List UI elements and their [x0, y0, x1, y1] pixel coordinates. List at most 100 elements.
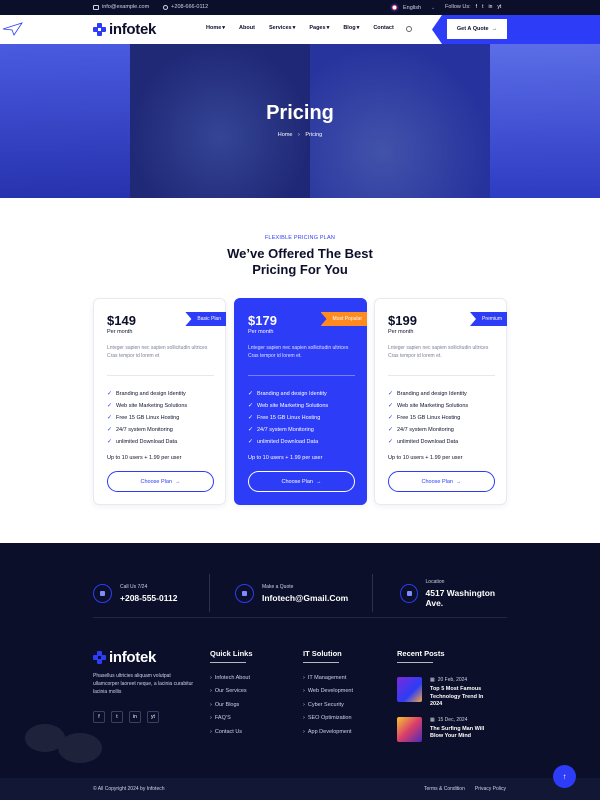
breadcrumb-home[interactable]: Home: [278, 132, 293, 138]
feature-item: ✓ Free 15 GB Linux Hosting: [248, 412, 328, 424]
footer-link[interactable]: › IT Management: [303, 671, 353, 685]
nav-about[interactable]: About: [239, 25, 255, 31]
paper-plane-icon: [2, 22, 23, 36]
logo-text: infotek: [109, 21, 157, 38]
contact-row: Call Us 7/24 +208-555-0112 Make a Quote …: [93, 574, 507, 612]
nav-home[interactable]: Home ▾: [206, 25, 225, 31]
footer-link[interactable]: › FAQ’S: [210, 712, 253, 726]
footer-link[interactable]: › Web Development: [303, 685, 353, 699]
main-nav: Home ▾ About Services ▾ Pages ▾ Blog ▾ Conta…: [206, 25, 394, 31]
feature-item: ✓ unlimited Download Data: [107, 436, 187, 448]
plan-users-note: Up to 10 users + 1.99 per user: [248, 455, 323, 461]
check-icon: ✓: [248, 426, 254, 433]
link-label: Cyber Security: [307, 701, 344, 708]
feature-item: ✓ Branding and design Identity: [107, 388, 187, 400]
contact-location[interactable]: Location 4517 Washington Ave.: [400, 574, 507, 612]
contact-phone[interactable]: Call Us 7/24 +208-555-0112: [93, 574, 177, 612]
choose-plan-label: Choose Plan: [281, 478, 314, 485]
site-footer: Call Us 7/24 +208-555-0112 Make a Quote …: [0, 543, 600, 800]
linkedin-icon[interactable]: in: [488, 4, 492, 10]
feature-item: ✓ Free 15 GB Linux Hosting: [388, 412, 468, 424]
link-label: App Development: [307, 728, 352, 735]
it-solution-column: IT Solution › IT Management › Web Developm…: [303, 649, 353, 739]
link-label: Our Blogs: [214, 701, 240, 708]
scroll-to-top-button[interactable]: ↑: [553, 765, 576, 788]
check-icon: ✓: [388, 426, 394, 433]
copyright-bar: © All Copyright 2024 by Infotech Terms &…: [0, 778, 600, 800]
chevron-right-icon: ›: [210, 701, 212, 708]
twitter-icon[interactable]: t: [482, 4, 483, 10]
post-thumbnail: [397, 677, 422, 702]
feature-label: 24/7 system Monitoring: [397, 427, 454, 433]
facebook-icon[interactable]: f: [476, 4, 477, 10]
footer-link[interactable]: › Our Blogs: [210, 698, 253, 712]
choose-plan-button[interactable]: Choose Plan →: [388, 471, 495, 492]
plan-description: Lnteger sapien nec sapien sollicitudin u…: [107, 345, 208, 359]
contact-label: Make a Quote: [262, 583, 294, 590]
footer-link[interactable]: › Cyber Security: [303, 698, 353, 712]
mail-icon: [93, 4, 99, 10]
choose-plan-button[interactable]: Choose Plan →: [248, 471, 355, 492]
arrow-up-icon: ↑: [562, 772, 567, 781]
terms-link[interactable]: Terms & Condition: [424, 786, 465, 792]
page-hero: Pricing Home › Pricing: [0, 44, 600, 198]
nav-blog[interactable]: Blog ▾: [343, 25, 359, 31]
youtube-icon[interactable]: yt: [497, 4, 501, 10]
language-selector[interactable]: English ⌄: [390, 3, 435, 12]
feature-list: ✓ Branding and design Identity ✓ Web site …: [107, 388, 187, 448]
youtube-icon[interactable]: yt: [147, 711, 159, 723]
contact-email[interactable]: Make a Quote Infotech@Gmail.Com: [235, 574, 348, 612]
logo-text: infotek: [109, 649, 157, 666]
footer-link[interactable]: › App Development: [303, 725, 353, 739]
check-icon: ✓: [388, 402, 394, 409]
nav-pages[interactable]: Pages ▾: [309, 25, 329, 31]
footer-about-text: Phasellus ultricies aliquam volutpat ull…: [93, 673, 194, 695]
search-icon[interactable]: [406, 26, 412, 32]
twitter-icon[interactable]: t: [111, 711, 123, 723]
footer-link[interactable]: › Contact Us: [210, 725, 253, 739]
footer-link[interactable]: › Infotech About: [210, 671, 253, 685]
chevron-right-icon: ›: [303, 701, 305, 708]
nav-contact[interactable]: Contact: [373, 25, 393, 31]
column-title: Quick Links: [210, 649, 253, 658]
phone-contact[interactable]: +208-666-0112: [163, 4, 208, 10]
get-quote-button[interactable]: Get A Quote →: [447, 19, 507, 39]
title-underline: [303, 662, 339, 663]
footer-logo[interactable]: infotek: [93, 649, 156, 666]
linkedin-icon[interactable]: in: [129, 711, 141, 723]
site-logo[interactable]: infotek: [93, 21, 156, 38]
phone-icon: [163, 4, 169, 10]
email-contact[interactable]: info@example.com: [93, 4, 149, 10]
footer-link[interactable]: › SEO Optimization: [303, 712, 353, 726]
chevron-down-icon: ▾: [292, 25, 296, 31]
privacy-link[interactable]: Privacy Policy: [475, 786, 506, 792]
feature-label: 24/7 system Monitoring: [257, 427, 314, 433]
nav-label: Blog: [343, 25, 356, 31]
logo-mark-icon: [93, 651, 106, 664]
feature-item: ✓ Web site Marketing Solutions: [107, 400, 187, 412]
recent-post[interactable]: ▦ 15 Dec, 2024 The Surfing Man Will Blow …: [397, 716, 495, 742]
check-icon: ✓: [388, 414, 394, 421]
choose-plan-button[interactable]: Choose Plan →: [107, 471, 214, 492]
recent-post[interactable]: ▦ 20 Feb, 2024 Top 5 Most Famous Technolo…: [397, 677, 495, 709]
nav-label: Home: [206, 25, 222, 31]
nav-services[interactable]: Services ▾: [269, 25, 295, 31]
nav-label: About: [239, 25, 255, 31]
footer-social-links: f t in yt: [93, 711, 159, 723]
chevron-right-icon: ›: [210, 674, 212, 681]
feature-label: unlimited Download Data: [397, 439, 459, 445]
feature-list: ✓ Branding and design Identity ✓ Web site …: [388, 388, 468, 448]
post-title: Top 5 Most Famous Technology Trend In 20…: [430, 686, 484, 707]
contact-label: Call Us 7/24: [120, 583, 148, 590]
feature-label: Free 15 GB Linux Hosting: [116, 415, 180, 421]
footer-link[interactable]: › Our Services: [210, 685, 253, 699]
plan-badge: Basic Plan: [185, 312, 226, 326]
facebook-icon[interactable]: f: [93, 711, 105, 723]
uk-flag-icon: [390, 3, 399, 12]
check-icon: ✓: [248, 414, 254, 421]
feature-item: ✓ 24/7 system Monitoring: [107, 424, 187, 436]
divider: [93, 617, 507, 618]
check-icon: ✓: [388, 438, 394, 445]
column-title: Recent Posts: [397, 649, 445, 658]
check-icon: ✓: [107, 402, 113, 409]
